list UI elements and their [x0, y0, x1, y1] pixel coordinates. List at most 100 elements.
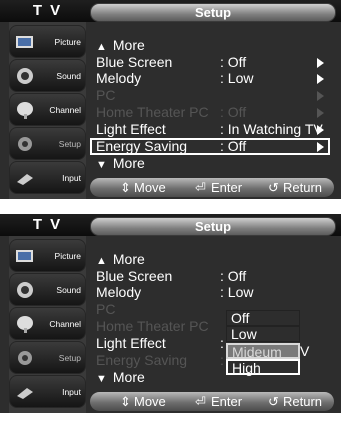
enter-hint: Enter: [211, 180, 243, 195]
input-icon: [17, 174, 33, 185]
menu-item-label: Melody: [96, 284, 142, 300]
light-effect-value-tail: V: [300, 343, 310, 359]
menu-title: Setup: [194, 219, 232, 234]
sidebar-item-setup[interactable]: Setup: [9, 341, 86, 374]
menu-item-label: PC: [96, 87, 116, 103]
menu-item-blue-screen[interactable]: Blue Screen : Off: [90, 268, 330, 285]
arrow-right-icon: [317, 108, 324, 118]
channel-icon: [17, 102, 33, 119]
footer-bar: ⇕ Move ⏎ Enter ↺ Return: [90, 178, 334, 197]
sidebar-item-label: Input: [62, 387, 81, 397]
menu-item-energy-saving[interactable]: Energy Saving : Off: [90, 138, 330, 155]
menu-item-melody[interactable]: Melody : Low: [90, 284, 330, 301]
sidebar-item-label: Picture: [54, 37, 81, 47]
menu-item-value: :: [220, 335, 224, 351]
menu-item-light-effect[interactable]: Light Effect : In Watching TV: [90, 121, 330, 138]
picture-icon: [16, 36, 33, 48]
sidebar-item-setup[interactable]: Setup: [9, 127, 86, 160]
menu-item-label: Light Effect: [96, 335, 166, 351]
title-pill: Setup: [90, 217, 336, 236]
more-up-item[interactable]: ▲ More: [90, 251, 330, 268]
setup-icon: [18, 351, 32, 365]
menu-item-value: : In Watching TV: [220, 121, 323, 137]
menu-item-value: : Off: [220, 268, 247, 284]
menu-item-pc: PC: [90, 87, 330, 104]
arrow-right-icon: [317, 142, 324, 152]
sidebar-item-label: Setup: [58, 139, 81, 149]
dropdown-option-mideum[interactable]: Mideum: [226, 343, 300, 359]
title-pill: Setup: [90, 3, 336, 22]
menu-title: Setup: [194, 5, 232, 20]
enter-icon: ⏎: [195, 394, 206, 409]
menu-item-label: Energy Saving: [96, 138, 188, 154]
return-hint: Return: [283, 394, 323, 409]
sidebar-item-sound[interactable]: Sound: [9, 59, 86, 92]
sidebar-item-label: Input: [62, 173, 81, 183]
menu-item-value: : Off: [220, 104, 247, 120]
sidebar-item-channel[interactable]: Channel: [9, 307, 86, 340]
sound-icon: [17, 282, 33, 298]
menu-item-label: Melody: [96, 70, 142, 86]
move-icon: ⇕: [120, 180, 131, 195]
menu-item-blue-screen[interactable]: Blue Screen : Off: [90, 54, 330, 71]
menu-item-label: Energy Saving: [96, 352, 188, 368]
menu-item-home-theater-pc: Home Theater PC : Off: [90, 104, 330, 121]
sidebar: Picture Sound Channel Setup Input: [9, 22, 86, 199]
sidebar-item-input[interactable]: Input: [9, 161, 86, 194]
sidebar-item-label: Picture: [54, 251, 81, 261]
sidebar-item-picture[interactable]: Picture: [9, 239, 86, 272]
header-bar: T V Setup: [0, 214, 341, 236]
arrow-right-icon: [317, 125, 324, 135]
move-hint: Move: [134, 394, 166, 409]
menu-item-value: : Off: [220, 138, 247, 154]
menu-screen-1: T V Setup Picture Sound Channel Setup In…: [0, 0, 341, 199]
menu-item-label: PC: [96, 301, 116, 317]
menu-item-value: : Low: [220, 284, 254, 300]
tv-label: T V: [32, 2, 63, 19]
arrow-down-icon: ▼: [96, 159, 107, 171]
move-hint: Move: [134, 180, 166, 195]
return-hint: Return: [283, 180, 323, 195]
menu-item-label: Blue Screen: [96, 54, 173, 70]
sidebar-item-label: Sound: [56, 285, 81, 295]
setup-icon: [18, 137, 32, 151]
menu-item-value: : Off: [220, 54, 247, 70]
sidebar-item-input[interactable]: Input: [9, 375, 86, 408]
tv-label: T V: [32, 216, 63, 233]
menu-item-label: Blue Screen: [96, 268, 173, 284]
more-up-item[interactable]: ▲ More: [90, 37, 330, 54]
more-down-item[interactable]: ▼ More: [90, 155, 330, 172]
picture-icon: [16, 250, 33, 262]
sound-icon: [17, 68, 33, 84]
header-bar: T V Setup: [0, 0, 341, 22]
input-icon: [17, 388, 33, 399]
sidebar-item-sound[interactable]: Sound: [9, 273, 86, 306]
return-icon: ↺: [268, 394, 279, 409]
move-icon: ⇕: [120, 394, 131, 409]
arrow-right-icon: [317, 58, 324, 68]
sidebar-item-channel[interactable]: Channel: [9, 93, 86, 126]
sidebar-item-label: Sound: [56, 71, 81, 81]
dropdown-option-off[interactable]: Off: [226, 310, 300, 326]
sidebar-item-label: Setup: [58, 353, 81, 363]
menu-item-melody[interactable]: Melody : Low: [90, 70, 330, 87]
enter-hint: Enter: [211, 394, 243, 409]
sidebar: Picture Sound Channel Setup Input: [9, 236, 86, 413]
menu-item-label: Light Effect: [96, 121, 166, 137]
return-icon: ↺: [268, 180, 279, 195]
menu-item-value: : Low: [220, 70, 254, 86]
sidebar-item-picture[interactable]: Picture: [9, 25, 86, 58]
menu-item-label: Home Theater PC: [96, 318, 209, 334]
arrow-right-icon: [317, 91, 324, 101]
arrow-down-icon: ▼: [96, 373, 107, 385]
sidebar-item-label: Channel: [49, 319, 81, 329]
menu-item-value: :: [220, 352, 224, 368]
footer-bar: ⇕ Move ⏎ Enter ↺ Return: [90, 392, 334, 411]
sidebar-item-label: Channel: [49, 105, 81, 115]
dropdown-option-low[interactable]: Low: [226, 326, 300, 342]
channel-icon: [17, 316, 33, 333]
setup-menu: ▲ More Blue Screen : Off Melody : Low PC …: [90, 27, 334, 172]
menu-item-label: Home Theater PC: [96, 104, 209, 120]
dropdown-option-high[interactable]: High: [226, 359, 300, 375]
arrow-right-icon: [317, 74, 324, 84]
